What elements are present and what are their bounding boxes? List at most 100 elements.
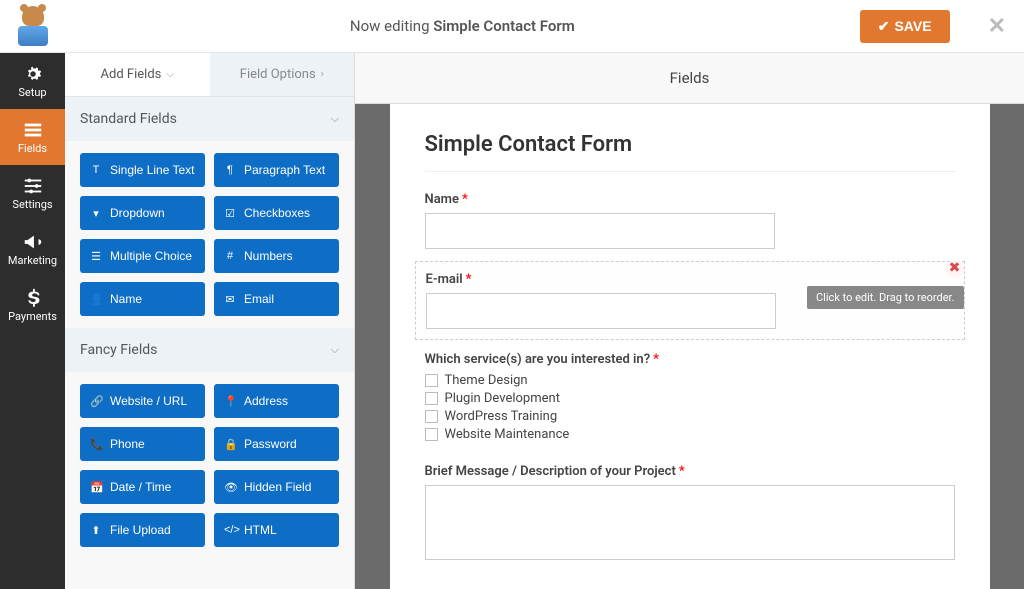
chevron-right-icon: ›	[321, 69, 324, 80]
center-panel-title: Fields	[355, 53, 1024, 104]
standard-fields-grid: TSingle Line Text ¶ Paragraph Text ▾Dropd…	[65, 141, 354, 328]
field-label: Brief Message / Description of your Proj…	[425, 464, 955, 479]
radio-icon: ☰	[90, 250, 102, 263]
builder-area: Fields Simple Contact Form Name* ✖ E-mai…	[355, 53, 1024, 589]
field-label-text: E-mail	[426, 272, 463, 287]
email-input[interactable]	[426, 293, 776, 329]
form-field-name[interactable]: Name*	[425, 192, 955, 249]
form-field-email[interactable]: ✖ E-mail* Click to edit. Drag to reorder…	[415, 261, 965, 340]
required-asterisk: *	[653, 352, 659, 367]
text-icon: T	[90, 164, 102, 176]
nav-item-marketing[interactable]: Marketing	[0, 221, 65, 277]
field-hover-tooltip: Click to edit. Drag to reorder.	[807, 286, 963, 309]
section-title: Fancy Fields	[80, 342, 157, 358]
field-file-upload[interactable]: ⬆File Upload	[80, 513, 205, 547]
close-button[interactable]: ✕	[970, 14, 1024, 39]
field-label-text: Which service(s) are you interested in?	[425, 352, 651, 367]
checkbox-option[interactable]: Theme Design	[425, 373, 955, 388]
checkbox-option[interactable]: Plugin Development	[425, 391, 955, 406]
field-hidden[interactable]: 👁Hidden Field	[214, 470, 339, 504]
nav-item-label: Settings	[12, 198, 52, 211]
field-checkboxes[interactable]: ☑Checkboxes	[214, 196, 339, 230]
form-field-message[interactable]: Brief Message / Description of your Proj…	[425, 464, 955, 564]
field-btn-label: Phone	[110, 437, 145, 451]
list-icon	[22, 119, 44, 137]
logo	[0, 6, 65, 46]
form-title[interactable]: Simple Contact Form	[425, 132, 955, 172]
field-btn-label: Name	[110, 292, 142, 306]
required-asterisk: *	[679, 464, 685, 479]
field-paragraph-text[interactable]: ¶ Paragraph Text	[214, 153, 339, 187]
save-button[interactable]: ✔ SAVE	[860, 10, 950, 43]
wpforms-logo-icon	[13, 6, 53, 46]
field-name[interactable]: 👤 Name	[80, 282, 205, 316]
field-single-line-text[interactable]: TSingle Line Text	[80, 153, 205, 187]
name-input[interactable]	[425, 213, 775, 249]
nav-item-payments[interactable]: Payments	[0, 277, 65, 333]
chevron-down-icon: ⌵	[331, 112, 339, 126]
option-label: Plugin Development	[445, 391, 560, 406]
field-address[interactable]: 📍 Address	[214, 384, 339, 418]
field-btn-label: Address	[244, 394, 288, 408]
message-textarea[interactable]	[425, 485, 955, 560]
field-btn-label: Paragraph Text	[244, 163, 325, 177]
link-icon: 🔗	[90, 395, 102, 408]
option-label: Website Maintenance	[445, 427, 570, 442]
required-asterisk: *	[466, 272, 472, 287]
field-website-url[interactable]: 🔗 Website / URL	[80, 384, 205, 418]
checkbox-icon	[425, 428, 438, 441]
dollar-icon	[22, 287, 44, 305]
field-btn-label: Date / Time	[110, 480, 171, 494]
save-button-label: SAVE	[894, 18, 931, 34]
field-label: E-mail*	[426, 272, 954, 287]
main-nav: Setup Fields Settings Marketing Payments	[0, 53, 65, 589]
checkbox-list: Theme Design Plugin Development WordPres…	[425, 373, 955, 442]
field-label: Which service(s) are you interested in?*	[425, 352, 955, 367]
dropdown-icon: ▾	[90, 207, 102, 220]
field-numbers[interactable]: # Numbers	[214, 239, 339, 273]
form-canvas: Simple Contact Form Name* ✖ E-mail* Clic…	[390, 104, 990, 589]
tab-label: Add Fields	[101, 67, 162, 82]
field-html[interactable]: </>HTML	[214, 513, 339, 547]
lock-icon: 🔒	[224, 438, 236, 451]
hash-icon: #	[224, 250, 236, 262]
canvas-background: Simple Contact Form Name* ✖ E-mail* Clic…	[355, 104, 1024, 589]
nav-item-label: Fields	[18, 142, 47, 155]
field-btn-label: Multiple Choice	[110, 249, 192, 263]
field-btn-label: Website / URL	[110, 394, 187, 408]
field-btn-label: Hidden Field	[244, 480, 311, 494]
paragraph-icon: ¶	[224, 164, 236, 176]
form-field-services[interactable]: Which service(s) are you interested in?*…	[425, 352, 955, 442]
checkbox-option[interactable]: WordPress Training	[425, 409, 955, 424]
option-label: WordPress Training	[445, 409, 558, 424]
nav-item-label: Payments	[8, 310, 57, 323]
field-email[interactable]: ✉Email	[214, 282, 339, 316]
field-dropdown[interactable]: ▾Dropdown	[80, 196, 205, 230]
checkbox-icon	[425, 374, 438, 387]
field-password[interactable]: 🔒 Password	[214, 427, 339, 461]
pin-icon: 📍	[224, 395, 236, 408]
section-title: Standard Fields	[80, 111, 177, 127]
checkbox-icon	[425, 410, 438, 423]
tab-field-options[interactable]: Field Options ›	[210, 53, 355, 96]
nav-item-label: Marketing	[8, 254, 57, 267]
nav-item-fields[interactable]: Fields	[0, 109, 65, 165]
field-multiple-choice[interactable]: ☰ Multiple Choice	[80, 239, 205, 273]
user-icon: 👤	[90, 293, 102, 306]
gear-icon	[22, 63, 44, 81]
field-phone[interactable]: 📞 Phone	[80, 427, 205, 461]
section-standard-fields[interactable]: Standard Fields ⌵	[65, 97, 354, 141]
field-btn-label: Password	[244, 437, 297, 451]
checkbox-option[interactable]: Website Maintenance	[425, 427, 955, 442]
nav-item-settings[interactable]: Settings	[0, 165, 65, 221]
field-date-time[interactable]: 📅Date / Time	[80, 470, 205, 504]
tab-add-fields[interactable]: Add Fields ⌵	[65, 53, 210, 96]
section-fancy-fields[interactable]: Fancy Fields ⌵	[65, 328, 354, 372]
tab-label: Field Options	[240, 67, 316, 82]
delete-field-button[interactable]: ✖	[946, 260, 964, 278]
field-label-text: Brief Message / Description of your Proj…	[425, 464, 676, 479]
phone-icon: 📞	[90, 438, 102, 451]
nav-item-setup[interactable]: Setup	[0, 53, 65, 109]
field-btn-label: Email	[244, 292, 274, 306]
field-btn-label: Numbers	[244, 249, 293, 263]
